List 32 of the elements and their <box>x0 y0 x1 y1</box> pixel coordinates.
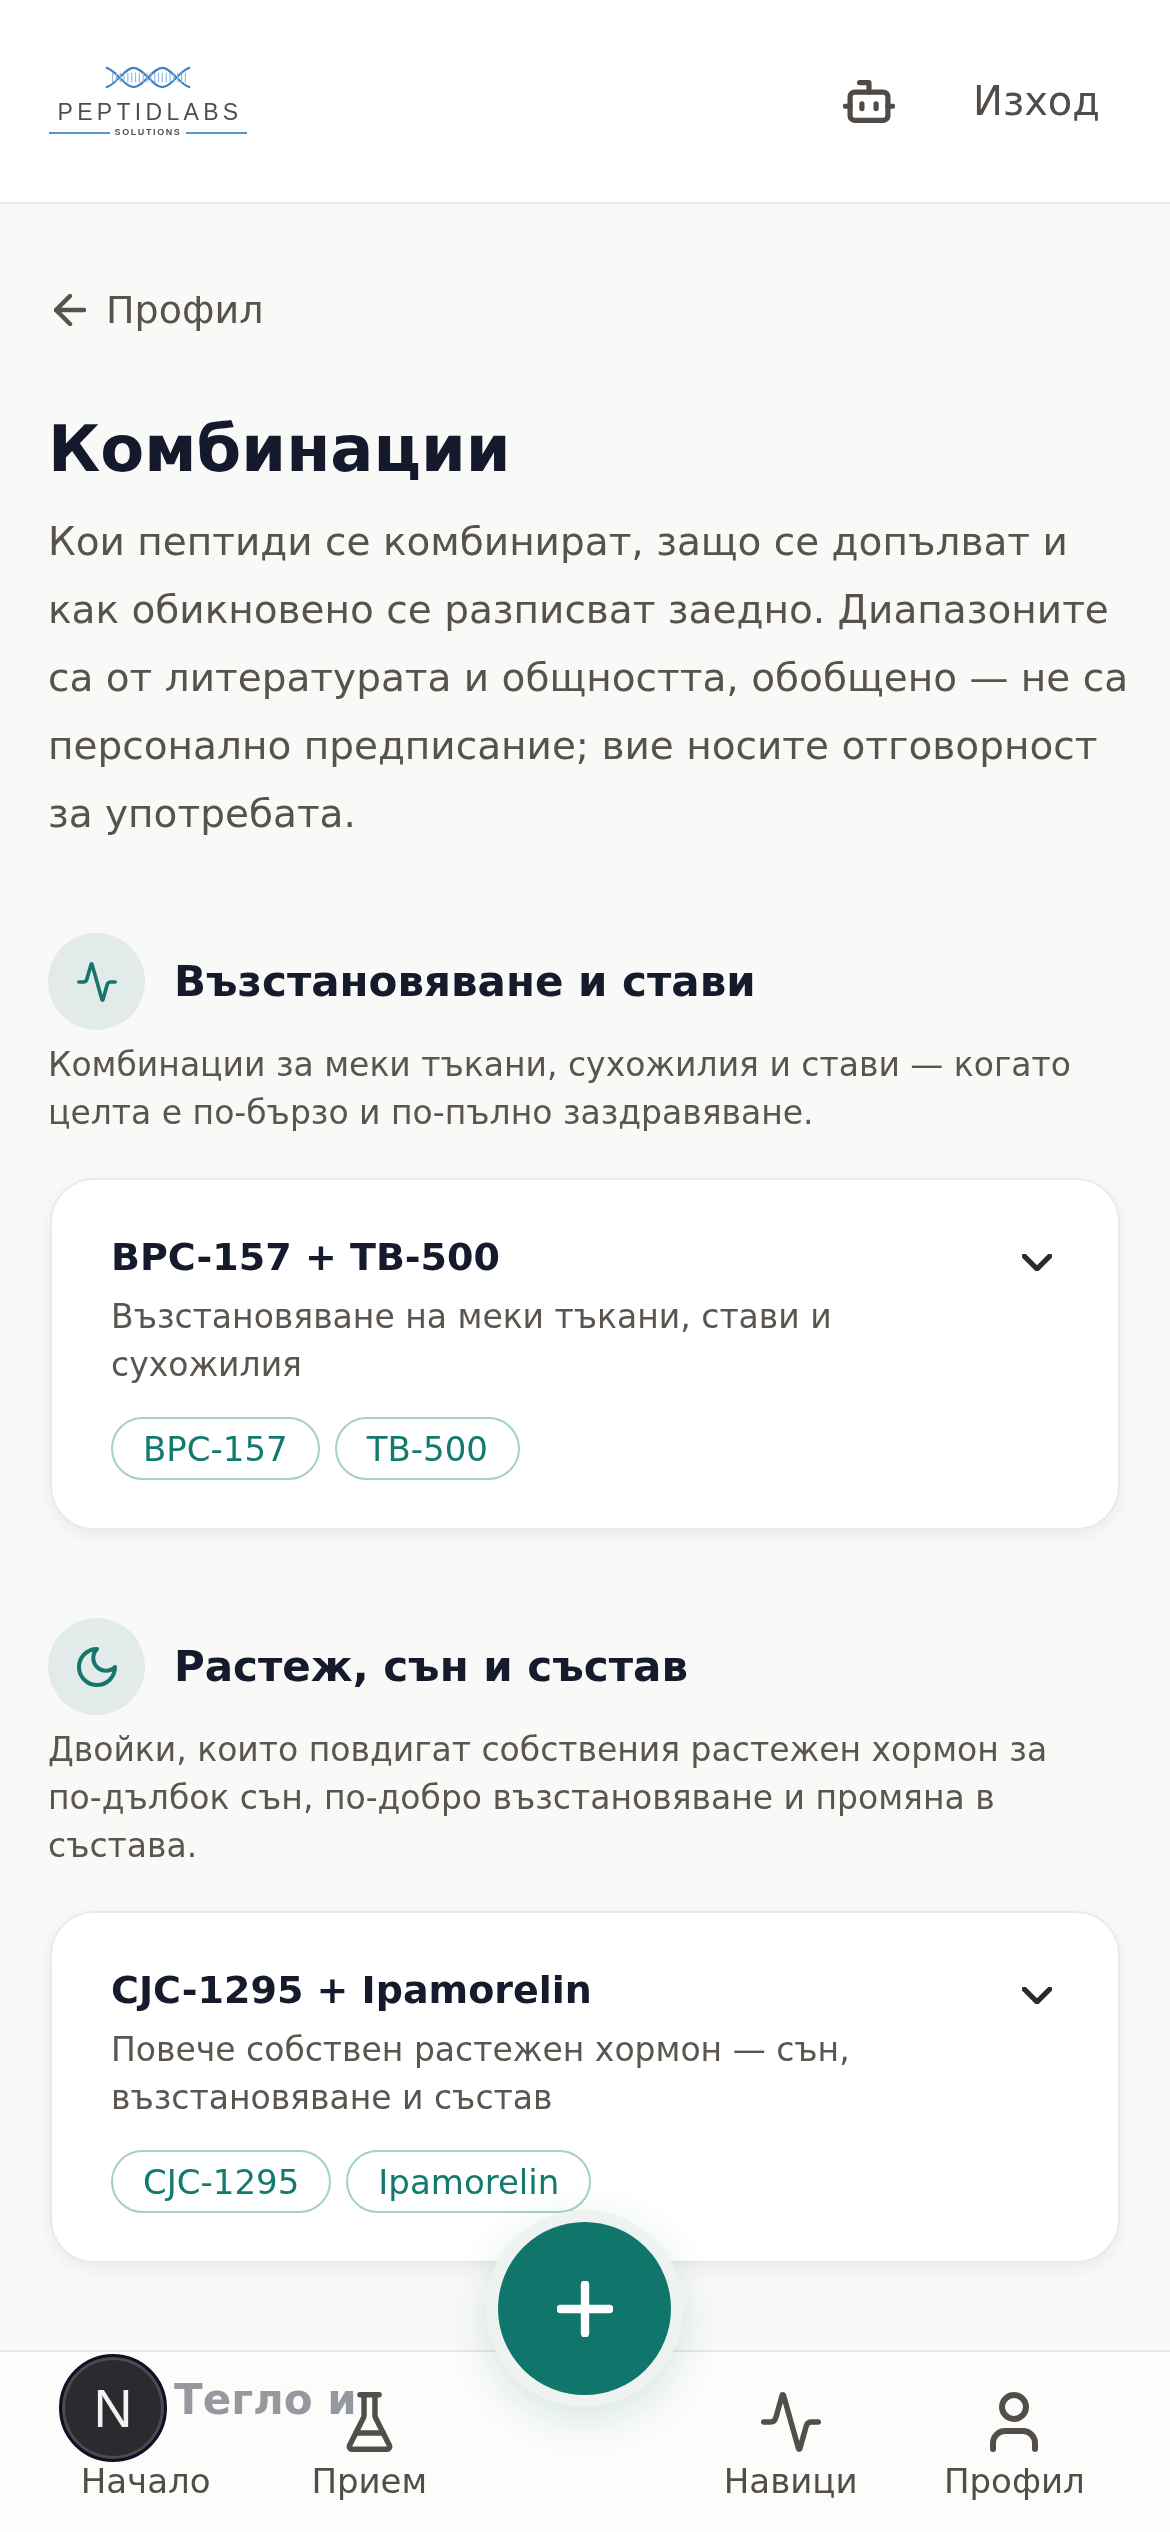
peptide-tag: BPC-157 <box>111 1417 320 1480</box>
combo-description: Повече собствен растежен хормон — сън, възстановяване и състав <box>111 2029 851 2119</box>
nav-tab[interactable]: Начало <box>80 2464 211 2498</box>
section-description: Комбинации за меки тъкани, сухожилия и стави — когато целта е по-бързо и по-пълно заздравяване. <box>48 1044 1072 1134</box>
logo-wordmark: PEPTIDLABS <box>56 99 243 125</box>
nav-tab[interactable]: Прием <box>311 2464 428 2498</box>
pulse-icon[interactable] <box>760 2392 821 2452</box>
nav-tab[interactable]: Профил <box>943 2464 1085 2498</box>
section-heading: Тегло и <box>174 2373 357 2426</box>
peptide-tag: TB-500 <box>334 1417 520 1480</box>
combo-title: CJC-1295 + Ipamorelin <box>111 1967 593 2014</box>
section-heading: Растеж, сън и състав <box>174 1640 688 1693</box>
combo-card[interactable]: CJC-1295 + Ipamorelin Повече собствен растежен хормон — сън, възстановяване и състав CJC-1295 Ipamorelin <box>50 1911 1120 2263</box>
logo-tagline: SOLUTIONS <box>114 127 182 138</box>
nav-tab[interactable]: Навици <box>723 2464 858 2498</box>
section-description: Двойки, които повдигат собствения растежен хормон за по-дълбок сън, по-добро възстановяване и промяна в състава. <box>48 1729 1049 1867</box>
peptide-tag: CJC-1295 <box>111 2150 332 2213</box>
plus-icon <box>556 2280 613 2337</box>
dna-helix-icon <box>103 66 193 89</box>
chevron-icon[interactable] <box>1022 1987 1052 2004</box>
person-icon[interactable] <box>990 2392 1039 2452</box>
dev-tools-button[interactable]: N <box>59 2354 167 2462</box>
chevron-icon[interactable] <box>1022 1254 1052 1271</box>
combo-card[interactable]: BPC-157 + TB-500 Възстановяване на меки тъкани, стави и сухожилия BPC-157 TB-500 <box>50 1178 1120 1530</box>
robot-icon[interactable] <box>843 79 895 123</box>
logout-link[interactable]: Изход <box>973 76 1100 126</box>
back-link[interactable]: Профил <box>48 285 264 335</box>
combo-description: Възстановяване на меки тъкани, стави и сухожилия <box>111 1296 833 1386</box>
section-heading: Възстановяване и стави <box>174 955 756 1008</box>
page-title: Комбинации <box>48 411 512 488</box>
intro-paragraph: Кои пептиди се комбинират, защо се допълват и как обикновено се разписват заедно. Диапазоните са от литературата и общността, обобщено — не са персонално предписание; вие носите отговорност за употребата. <box>48 518 1130 838</box>
combo-title: BPC-157 + TB-500 <box>111 1234 501 1281</box>
